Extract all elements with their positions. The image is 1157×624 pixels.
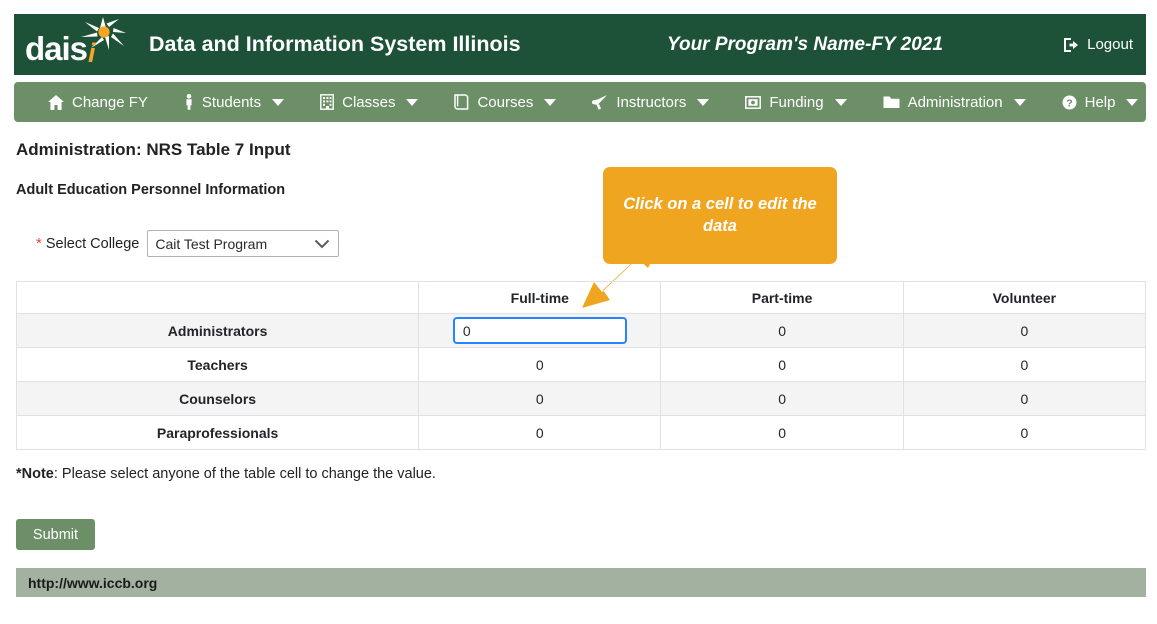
select-college-dropdown[interactable]: Cait Test Program — [147, 230, 340, 257]
nav-label: Funding — [769, 93, 824, 111]
nav-item-classes[interactable]: Classes — [302, 82, 436, 122]
note-text: : Please select anyone of the table cell… — [53, 466, 436, 482]
table-row: Teachers 0 0 0 — [15, 347, 1147, 382]
chevron-down-icon — [544, 98, 557, 106]
svg-text:?: ? — [1066, 97, 1072, 109]
personnel-table: Full-time Part-time Volunteer Administra… — [15, 281, 1147, 450]
building-icon — [320, 94, 335, 110]
money-icon — [745, 95, 762, 109]
page-root: dais i Data and Information System Illin… — [0, 0, 1157, 624]
section-title: Adult Education Personnel Information — [16, 182, 286, 198]
nav-label: Change FY — [72, 93, 148, 111]
cell-counselors-full-time[interactable]: 0 — [418, 381, 662, 416]
footer-url[interactable]: http://www.iccb.org — [28, 575, 157, 591]
nav-label: Instructors — [616, 93, 687, 111]
nav-label: Help — [1084, 93, 1116, 111]
column-header-full-time: Full-time — [418, 281, 662, 314]
nav-label: Students — [201, 93, 262, 111]
nav-item-instructors[interactable]: Instructors — [574, 82, 727, 122]
select-college-label: Select College — [45, 235, 140, 252]
nav-item-change-fy[interactable]: Change FY — [30, 82, 166, 122]
table-row: Administrators 0 0 — [15, 313, 1147, 348]
cell-input-administrators-full-time[interactable] — [452, 317, 627, 344]
table-header-row: Full-time Part-time Volunteer — [15, 281, 1147, 314]
nav-item-courses[interactable]: Courses — [436, 82, 574, 122]
cell-counselors-part-time[interactable]: 0 — [660, 381, 904, 416]
nav-label: Administration — [907, 93, 1003, 111]
chevron-down-icon — [315, 239, 330, 248]
table-corner-header — [15, 281, 420, 314]
question-circle-icon: ? — [1062, 95, 1077, 110]
chevron-down-icon — [272, 98, 285, 106]
select-college-value: Cait Test Program — [155, 235, 268, 252]
cell-administrators-volunteer[interactable]: 0 — [902, 313, 1147, 348]
submit-button[interactable]: Submit — [16, 519, 95, 550]
cell-teachers-full-time[interactable]: 0 — [418, 347, 662, 382]
logo-wordmark: dais — [25, 29, 88, 67]
program-name: Your Program's Name-FY 2021 — [667, 33, 943, 55]
column-header-volunteer: Volunteer — [902, 281, 1147, 314]
folder-icon — [883, 95, 900, 109]
select-college-row: * Select College Cait Test Program — [36, 230, 340, 257]
table-note: *Note: Please select anyone of the table… — [16, 466, 436, 482]
row-label-counselors: Counselors — [15, 381, 420, 416]
app-header: dais i Data and Information System Illin… — [14, 14, 1146, 75]
row-label-paraprofessionals: Paraprofessionals — [15, 415, 420, 450]
bullhorn-icon — [592, 94, 608, 110]
row-label-teachers: Teachers — [15, 347, 420, 382]
book-icon — [454, 94, 469, 110]
nav-item-students[interactable]: Students — [166, 82, 302, 122]
chevron-down-icon — [697, 98, 710, 106]
required-asterisk: * — [36, 235, 42, 252]
cell-counselors-volunteer[interactable]: 0 — [902, 381, 1147, 416]
cell-teachers-volunteer[interactable]: 0 — [902, 347, 1147, 382]
app-title: Data and Information System Illinois — [149, 32, 521, 56]
table-body: Administrators 0 0 Teachers 0 0 0 Counse… — [15, 313, 1147, 450]
note-prefix: *Note — [16, 466, 54, 482]
cell-administrators-part-time[interactable]: 0 — [660, 313, 904, 348]
callout-tooltip: Click on a cell to edit the data — [603, 167, 837, 264]
cell-paraprofessionals-volunteer[interactable]: 0 — [902, 415, 1147, 450]
page-title: Administration: NRS Table 7 Input — [16, 140, 291, 159]
logo-accent-letter: i — [88, 37, 96, 68]
dais-logo[interactable]: dais i — [25, 16, 129, 69]
table-row: Paraprofessionals 0 0 0 — [15, 415, 1147, 450]
logout-label: Logout — [1087, 36, 1133, 53]
table-row: Counselors 0 0 0 — [15, 381, 1147, 416]
chevron-down-icon — [834, 98, 847, 106]
person-icon — [184, 94, 194, 110]
chevron-down-icon — [1013, 98, 1026, 106]
main-navbar: Change FY Students Classes Courses Instr… — [14, 82, 1146, 122]
cell-input-wrap — [419, 314, 660, 347]
column-header-part-time: Part-time — [660, 281, 904, 314]
row-label-administrators: Administrators — [15, 313, 420, 348]
home-icon — [48, 94, 64, 110]
nav-item-funding[interactable]: Funding — [727, 82, 864, 122]
cell-paraprofessionals-full-time[interactable]: 0 — [418, 415, 662, 450]
footer-bar: http://www.iccb.org — [16, 568, 1146, 597]
nav-label: Classes — [342, 93, 396, 111]
chevron-down-icon — [1126, 98, 1139, 106]
nav-item-administration[interactable]: Administration — [865, 82, 1044, 122]
logout-button[interactable]: Logout — [1063, 36, 1133, 53]
chevron-down-icon — [406, 98, 419, 106]
nav-label: Courses — [477, 93, 534, 111]
cell-administrators-full-time[interactable] — [418, 313, 662, 348]
nav-item-help[interactable]: ? Help — [1044, 82, 1157, 122]
cell-teachers-part-time[interactable]: 0 — [660, 347, 904, 382]
logout-icon — [1064, 37, 1079, 52]
cell-paraprofessionals-part-time[interactable]: 0 — [660, 415, 904, 450]
table-header: Full-time Part-time Volunteer — [15, 281, 1147, 314]
